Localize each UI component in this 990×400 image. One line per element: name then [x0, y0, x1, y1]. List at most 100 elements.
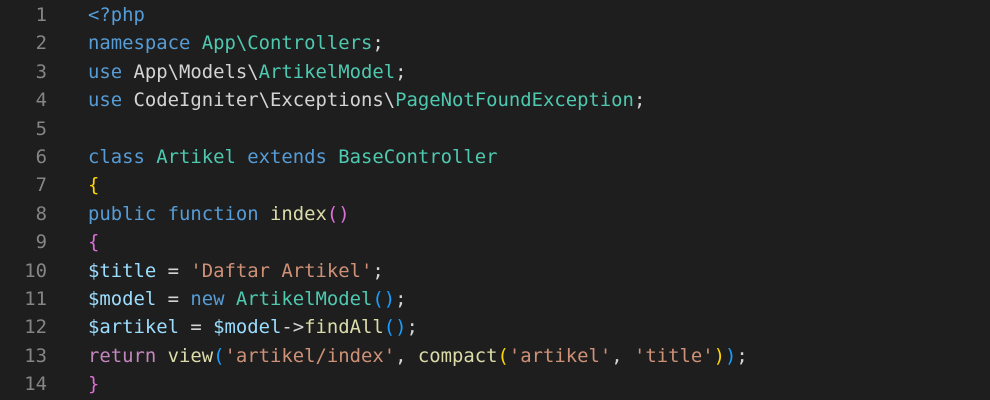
line-number: 8	[35, 202, 47, 225]
code-token-keyword: namespace	[88, 32, 191, 55]
code-token-default: ,	[395, 344, 418, 367]
line-number: 5	[35, 117, 47, 140]
code-token-function: view	[167, 344, 214, 367]
code-line[interactable]: 5	[0, 115, 990, 143]
code-token-bracket2: {	[88, 231, 100, 254]
code-token-default	[156, 345, 167, 367]
code-token-keyword: class	[88, 145, 145, 168]
code-text[interactable]: public function index()	[88, 200, 350, 228]
code-editor[interactable]: 1 <?php 2 namespace App\Controllers; 3 use Ap…	[0, 1, 990, 398]
code-token-default	[225, 288, 236, 310]
code-token-keyword: use	[88, 89, 123, 112]
code-text[interactable]: use CodeIgniter\Exceptions\PageNotFoundE…	[88, 86, 645, 114]
code-token-type: Artikel	[156, 145, 236, 168]
code-token-type: PageNotFoundException	[395, 89, 634, 112]
code-text[interactable]: {	[88, 228, 99, 256]
code-token-keyword: function	[167, 202, 259, 225]
code-token-default: =	[179, 316, 214, 339]
code-text[interactable]: return view('artikel/index', compact('ar…	[88, 342, 748, 370]
code-line[interactable]: 11 $model = new ArtikelModel();	[0, 285, 990, 313]
code-token-keyword: public	[88, 202, 157, 225]
code-text[interactable]: }	[88, 370, 99, 398]
code-token-keyword: new	[190, 287, 225, 310]
code-token-bracket2: ()	[326, 202, 350, 225]
line-number: 6	[35, 145, 47, 168]
code-line[interactable]: 14}	[0, 370, 990, 398]
code-token-default: ->	[281, 316, 305, 339]
code-token-string: 'Daftar Artikel'	[190, 259, 373, 282]
code-text[interactable]: use App\Models\ArtikelModel;	[88, 58, 406, 86]
code-line[interactable]: 8 public function index()	[0, 200, 990, 228]
code-token-default	[190, 32, 201, 54]
code-line[interactable]: 7{	[0, 171, 990, 199]
code-token-variable: $artikel	[88, 316, 179, 339]
line-number: 3	[35, 60, 47, 83]
code-token-variable: $title	[88, 259, 157, 282]
line-number: 9	[35, 231, 47, 254]
code-token-keyword: use	[88, 60, 123, 83]
code-token-default	[327, 146, 338, 168]
code-token-string: 'artikel/index'	[224, 344, 396, 367]
code-text[interactable]: <?php	[88, 1, 145, 29]
code-line[interactable]: 13 return view('artikel/index', compact('…	[0, 342, 990, 370]
line-number: 13	[24, 344, 47, 367]
code-token-default: =	[156, 259, 191, 282]
line-number: 1	[35, 4, 47, 26]
line-number: 12	[24, 316, 47, 339]
line-number: 14	[24, 373, 47, 396]
code-token-variable: $model	[88, 287, 157, 310]
code-text[interactable]: $model = new ArtikelModel();	[88, 285, 406, 313]
code-token-default: App\Models\	[122, 60, 259, 83]
code-line[interactable]: 4 use CodeIgniter\Exceptions\PageNotFound…	[0, 86, 990, 114]
code-token-type: BaseController	[338, 145, 498, 168]
code-token-string: 'title'	[633, 344, 714, 367]
code-token-string: 'artikel'	[508, 344, 612, 367]
code-line[interactable]: 3 use App\Models\ArtikelModel;	[0, 58, 990, 86]
code-token-default: ;	[633, 89, 646, 112]
code-text[interactable]: $title = 'Daftar Artikel';	[88, 257, 384, 285]
code-token-default: ;	[395, 287, 407, 310]
code-token-function: compact	[417, 344, 498, 367]
code-token-default: ;	[395, 60, 407, 83]
code-line[interactable]: 10 $title = 'Daftar Artikel';	[0, 257, 990, 285]
line-number: 4	[35, 89, 47, 112]
code-text[interactable]: class Artikel extends BaseController	[88, 143, 497, 171]
code-token-type: ArtikelModel	[235, 287, 373, 310]
code-token-type: ArtikelModel	[258, 60, 396, 83]
code-token-default	[145, 146, 156, 168]
code-token-bracket3: )	[724, 344, 737, 367]
code-token-default	[156, 203, 167, 225]
code-line[interactable]: 1 <?php	[0, 1, 990, 29]
code-token-keyword: extends	[247, 145, 327, 168]
code-token-control: return	[88, 344, 157, 367]
code-text[interactable]: {	[88, 171, 99, 199]
code-text[interactable]: namespace App\Controllers;	[88, 29, 384, 57]
code-line[interactable]: 12 $artikel = $model->findAll();	[0, 313, 990, 341]
code-token-default: ;	[372, 259, 384, 282]
code-token-default: CodeIgniter\Exceptions\	[122, 89, 396, 112]
code-token-bracket2: }	[88, 373, 100, 396]
code-line[interactable]: 9{	[0, 228, 990, 256]
code-token-bracket3: ()	[383, 316, 407, 339]
code-token-bracket1: {	[88, 174, 100, 197]
code-token-variable: $model	[213, 316, 282, 339]
code-token-function: findAll	[304, 316, 384, 339]
code-token-bracket1: )	[713, 344, 725, 367]
code-token-bracket1: (	[497, 344, 509, 367]
code-text[interactable]: $artikel = $model->findAll();	[88, 313, 418, 341]
code-token-type: App\Controllers	[201, 32, 373, 55]
code-line[interactable]: 6 class Artikel extends BaseController	[0, 143, 990, 171]
code-token-default: ;	[736, 344, 748, 367]
code-token-bracket3: ()	[372, 287, 396, 310]
code-token-keyword: <?php	[88, 4, 145, 26]
code-token-default	[236, 146, 247, 168]
code-token-default	[259, 203, 270, 225]
line-number: 2	[35, 32, 47, 55]
code-token-bracket3: (	[213, 344, 225, 367]
line-number: 10	[24, 259, 47, 282]
code-token-default: =	[156, 287, 191, 310]
code-line[interactable]: 2 namespace App\Controllers;	[0, 29, 990, 57]
code-token-default: ,	[611, 344, 634, 367]
line-number: 7	[35, 174, 47, 197]
code-token-function: index	[270, 202, 327, 225]
